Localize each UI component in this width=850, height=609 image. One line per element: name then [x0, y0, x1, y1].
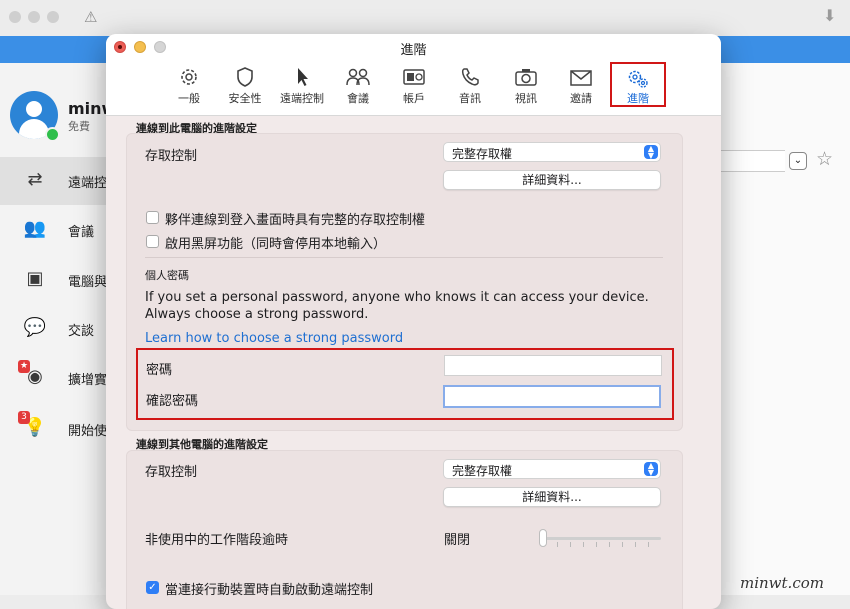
chevron-down-icon[interactable]: ⌄: [789, 152, 807, 170]
idle-timeout-slider-knob[interactable]: [539, 529, 547, 547]
outgoing-settings-panel: 存取控制 完整存取權 ▲ ▼ 詳細資料... 非使用中的工作階段逾時 關閉 ✓ 當…: [126, 450, 683, 609]
black-screen-label: 啟用黑屏功能（同時會停用本地輸入）: [165, 237, 387, 252]
slider-tick: [635, 542, 636, 547]
warning-icon[interactable]: ⚠: [84, 8, 97, 26]
gear-icon: [181, 69, 197, 85]
slider-tick: [622, 542, 623, 547]
tab-label: 帳戶: [403, 92, 425, 105]
tab-label: 進階: [627, 92, 649, 105]
chat-bubbles-icon: 💬: [23, 317, 47, 338]
tab-invite[interactable]: 邀請: [557, 62, 605, 108]
idle-timeout-value: 關閉: [444, 533, 471, 548]
id-card-icon: [403, 69, 425, 85]
sidebar-item-label: 擴增實: [68, 373, 108, 388]
sidebar-item-label: 交談: [68, 324, 95, 339]
main-window-titlebar: ⚠ ⬇: [0, 0, 850, 37]
sidebar-item-label: 開始使: [68, 424, 108, 439]
sidebar-item-label: 電腦與: [68, 275, 108, 290]
outgoing-access-control-value: 完整存取權: [452, 464, 513, 478]
camera-icon: [515, 69, 537, 86]
tab-account[interactable]: 帳戶: [390, 62, 438, 108]
download-icon[interactable]: ⬇: [823, 6, 836, 25]
outgoing-access-control-select[interactable]: 完整存取權 ▲ ▼: [443, 459, 661, 479]
new-badge: ★: [18, 360, 30, 373]
personal-password-heading: 個人密碼: [145, 269, 189, 282]
people-icon: 👥: [23, 218, 47, 239]
online-status-dot: [45, 127, 60, 142]
slider-tick: [557, 542, 558, 547]
sidebar-item-computers[interactable]: ▣ 電腦與: [0, 256, 108, 304]
tab-label: 一般: [178, 92, 200, 105]
tab-meeting[interactable]: 會議: [334, 62, 382, 108]
slider-tick: [596, 542, 597, 547]
sidebar-item-label: 遠端控: [68, 176, 108, 191]
arrows-swap-icon: ⇄: [27, 169, 43, 190]
tab-label: 音訊: [459, 92, 481, 105]
people-icon: [346, 68, 370, 86]
slider-tick: [609, 542, 610, 547]
access-control-value: 完整存取權: [452, 147, 513, 161]
sidebar-item-chat[interactable]: 💬 交談: [0, 305, 106, 353]
user-plan: 免費: [68, 120, 90, 133]
tab-label: 遠端控制: [280, 92, 324, 105]
count-badge: 3: [18, 411, 30, 424]
star-icon[interactable]: ☆: [816, 148, 833, 170]
tab-label: 邀請: [570, 92, 592, 105]
learn-strong-password-link[interactable]: Learn how to choose a strong password: [145, 331, 403, 346]
sidebar-item-meeting[interactable]: 👥 會議: [0, 206, 106, 254]
outgoing-access-control-label: 存取控制: [145, 465, 198, 480]
partner-id-field[interactable]: [720, 150, 785, 172]
highlight-annotation: [136, 348, 674, 420]
preferences-toolbar: 進階 一般 安全性 遠端控制 會議 帳戶 音訊 視訊 邀請 進階: [106, 34, 721, 116]
tab-label: 視訊: [515, 92, 537, 105]
window-close-light[interactable]: [9, 11, 21, 23]
envelope-icon: [570, 70, 592, 86]
divider: [145, 257, 663, 258]
access-control-label: 存取控制: [145, 149, 198, 164]
outgoing-details-button[interactable]: 詳細資料...: [443, 487, 661, 507]
contact-book-icon: ▣: [26, 268, 44, 289]
tab-label: 安全性: [228, 92, 262, 105]
advanced-preferences-dialog: 進階 一般 安全性 遠端控制 會議 帳戶 音訊 視訊 邀請 進階 連線到此電腦的…: [106, 34, 721, 609]
tab-label: 會議: [347, 92, 369, 105]
sidebar-item-remote-control[interactable]: ⇄ 遠端控: [0, 157, 108, 205]
chevron-updown-icon: ▲ ▼: [644, 462, 658, 477]
sidebar-item-label: 會議: [68, 225, 95, 240]
black-screen-checkbox[interactable]: [146, 235, 159, 248]
slider-tick: [583, 542, 584, 547]
sidebar-item-ar[interactable]: ◉ ★ 擴增實: [0, 354, 108, 402]
tab-audio[interactable]: 音訊: [446, 62, 494, 108]
tab-remote-control[interactable]: 遠端控制: [278, 62, 326, 108]
tab-advanced[interactable]: 進階: [610, 62, 666, 107]
chevron-updown-icon: ▲ ▼: [644, 145, 658, 160]
dialog-title: 進階: [400, 43, 427, 58]
phone-icon: [461, 68, 479, 86]
tab-video[interactable]: 視訊: [502, 62, 550, 108]
cursor-icon: [298, 68, 308, 86]
window-zoom-light[interactable]: [47, 11, 59, 23]
access-control-select[interactable]: 完整存取權 ▲ ▼: [443, 142, 661, 162]
idle-timeout-slider[interactable]: [543, 537, 661, 540]
slider-tick: [648, 542, 649, 547]
slider-tick: [570, 542, 571, 547]
sidebar-item-getting-started[interactable]: 💡 3 開始使: [0, 405, 108, 453]
details-button[interactable]: 詳細資料...: [443, 170, 661, 190]
shield-icon: [237, 67, 253, 87]
mobile-auto-remote-checkbox[interactable]: ✓: [146, 581, 159, 594]
watermark: minwt.com: [740, 574, 824, 592]
tab-general[interactable]: 一般: [165, 62, 213, 108]
full-access-login-label: 夥伴連線到登入畫面時具有完整的存取控制權: [165, 213, 426, 228]
gears-icon: [628, 70, 648, 88]
tab-security[interactable]: 安全性: [221, 62, 269, 108]
mobile-auto-remote-label: 當連接行動裝置時自動啟動遠端控制: [165, 583, 374, 598]
full-access-login-checkbox[interactable]: [146, 211, 159, 224]
idle-timeout-label: 非使用中的工作階段逾時: [145, 533, 289, 548]
personal-password-description: If you set a personal password, anyone w…: [145, 290, 649, 322]
window-minimize-light[interactable]: [28, 11, 40, 23]
